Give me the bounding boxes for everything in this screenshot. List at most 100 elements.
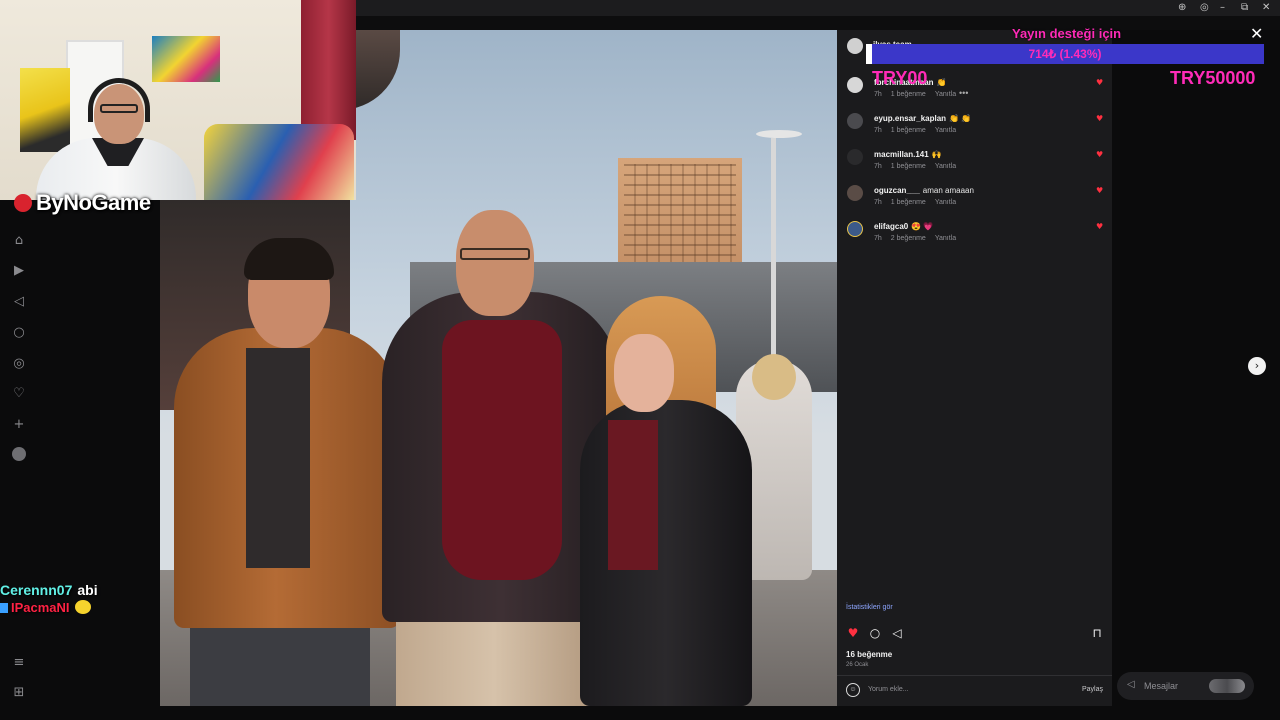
window-close-icon[interactable]: ✕ [1262, 2, 1270, 14]
restore-icon[interactable]: ⧉ [1241, 2, 1248, 14]
comment-likes[interactable]: 1 beğenme [891, 127, 926, 134]
likes-count[interactable]: 16 beğenme [846, 650, 892, 659]
avatar[interactable] [847, 149, 863, 165]
chat-badge-icon [0, 603, 8, 613]
comment-like-icon[interactable]: ♥ [1096, 187, 1104, 195]
comment-username[interactable]: eyup.ensar_kaplan 👏 👏 [874, 114, 971, 123]
minimize-icon[interactable]: – [1220, 2, 1225, 14]
comment-likes[interactable]: 1 beğenme [891, 199, 926, 206]
donation-current-label: TRY00 [872, 68, 928, 88]
reply-link[interactable]: Yanıtla [935, 91, 956, 98]
messages-label: Mesajlar [1144, 681, 1179, 691]
chat-message: Cerennn07 abi [0, 582, 98, 598]
message-avatars [1209, 679, 1245, 693]
photo-person1-shirt [246, 348, 310, 568]
donation-progress-text: 714₺ (1.43%) [1028, 47, 1102, 61]
webcam-curtain [301, 0, 356, 140]
save-icon[interactable]: ⊓ [1090, 626, 1104, 640]
chat-emote-icon [74, 600, 91, 614]
webcam-pillow [204, 124, 354, 200]
photo-person3-top [608, 420, 658, 570]
window-titlebar: ⊕ ◎ – ⧉ ✕ [356, 0, 1280, 16]
comment-time: 7h [874, 235, 882, 242]
create-icon[interactable]: + [11, 416, 27, 432]
comment-meta: 7h 1 beğenme Yanıtla [874, 91, 965, 98]
avatar[interactable] [847, 221, 863, 237]
profile-icon[interactable] [11, 446, 27, 462]
like-icon[interactable]: ♥ [846, 626, 860, 640]
comment-likes[interactable]: 1 beğenme [891, 163, 926, 170]
stream-chat: Cerennn07 abi IPacmaNI [0, 582, 98, 615]
comment-composer: ☺ Yorum ekle... Paylaş [837, 680, 1112, 702]
direct-icon[interactable]: ◁ [11, 293, 27, 309]
comment-row: macmillan.141 🙌 7h 1 beğenme Yanıtla ♥ [837, 146, 1112, 182]
reply-link[interactable]: Yanıtla [935, 127, 956, 134]
avatar[interactable] [847, 185, 863, 201]
photo-lamp-head [756, 130, 802, 138]
menu-icon[interactable]: ≡ [11, 654, 27, 670]
close-icon[interactable]: ✕ [1250, 24, 1263, 43]
comment-username[interactable]: elifagca0 😍 💗 [874, 222, 933, 231]
more-icon[interactable]: ⊞ [11, 684, 27, 700]
comment-row: eyup.ensar_kaplan 👏 👏 7h 1 beğenme Yanıtla … [837, 110, 1112, 146]
photo-person3-coat [580, 400, 752, 706]
photo-person2-shirt [442, 320, 562, 580]
comment-meta: 7h 1 beğenme Yanıtla [874, 127, 965, 134]
messages-button[interactable]: ◁ Mesajlar [1117, 672, 1254, 700]
comment-meta: 7h 2 beğenme Yanıtla [874, 235, 965, 242]
chat-username: Cerennn07 [0, 582, 73, 598]
comment-time: 7h [874, 163, 882, 170]
comment-like-icon[interactable]: ♥ [1096, 151, 1104, 159]
comment-username[interactable]: oguzcan___ aman amaaan [874, 186, 974, 195]
comment-text: 👏 👏 [949, 114, 972, 123]
bynogame-logo-text: ByNoGame [36, 190, 151, 215]
screen: ⊕ ◎ – ⧉ ✕ ⌂ ▶ ◁ ○ ◎ ♡ + ≡ ⊞ ByNoGame fbr… [0, 0, 1280, 720]
comment-text: aman amaaan [922, 186, 974, 195]
reply-link[interactable]: Yanıtla [935, 163, 956, 170]
comment-username[interactable]: macmillan.141 🙌 [874, 150, 942, 159]
more-options-icon[interactable]: ••• [959, 88, 968, 98]
post-comment-button[interactable]: Paylaş [1082, 686, 1103, 693]
comment-text: 👏 [936, 78, 947, 87]
comment-icon[interactable]: ○ [868, 626, 882, 640]
bynogame-logo-icon [14, 194, 32, 212]
reels-icon[interactable]: ▶ [11, 262, 27, 278]
comment-time: 7h [874, 199, 882, 206]
comment-meta: 7h 1 beğenme Yanıtla [874, 199, 965, 206]
view-insights-link[interactable]: İstatistikleri gör [846, 604, 893, 611]
avatar[interactable] [847, 38, 863, 54]
next-post-icon[interactable]: › [1248, 357, 1266, 375]
photo-person3-face [614, 334, 674, 412]
comments-panel: ilyas.team fbrchinaatmaan👏 7h1 beğenmeYa… [837, 30, 1112, 706]
avatar[interactable] [847, 113, 863, 129]
photo-person1-hair [244, 238, 334, 280]
search-tab-icon[interactable]: ◎ [1200, 2, 1209, 14]
comment-like-icon[interactable]: ♥ [1096, 115, 1104, 123]
comment-likes[interactable]: 1 beğenme [891, 91, 926, 98]
reply-link[interactable]: Yanıtla [935, 199, 956, 206]
webcam-painting [152, 36, 220, 82]
donation-goal-label: TRY50000 [1170, 68, 1256, 88]
photo-person2-head [456, 210, 534, 316]
comment-time: 7h [874, 127, 882, 134]
search-icon[interactable]: ○ [11, 324, 27, 340]
heart-icon[interactable]: ♡ [11, 385, 27, 401]
home-icon[interactable]: ⌂ [11, 232, 27, 248]
post-actions: ♥ ○ ◁ ⊓ [837, 626, 1112, 642]
comment-likes[interactable]: 2 beğenme [891, 235, 926, 242]
photo-building [618, 158, 742, 270]
donation-title: Yayın desteği için [1012, 26, 1122, 41]
explore-icon[interactable]: ◎ [11, 355, 27, 371]
comment-like-icon[interactable]: ♥ [1096, 79, 1104, 87]
comment-input[interactable]: Yorum ekle... [868, 686, 909, 693]
reply-link[interactable]: Yanıtla [935, 235, 956, 242]
divider [837, 675, 1112, 676]
emoji-icon[interactable]: ☺ [846, 683, 860, 697]
donation-progress-bar: 714₺ (1.43%) [866, 44, 1264, 64]
zoom-icon[interactable]: ⊕ [1178, 2, 1186, 14]
comment-like-icon[interactable]: ♥ [1096, 223, 1104, 231]
photo-person2-glasses [460, 248, 530, 260]
avatar[interactable] [847, 77, 863, 93]
webcam-person-glasses [100, 104, 138, 113]
share-icon[interactable]: ◁ [890, 626, 904, 640]
